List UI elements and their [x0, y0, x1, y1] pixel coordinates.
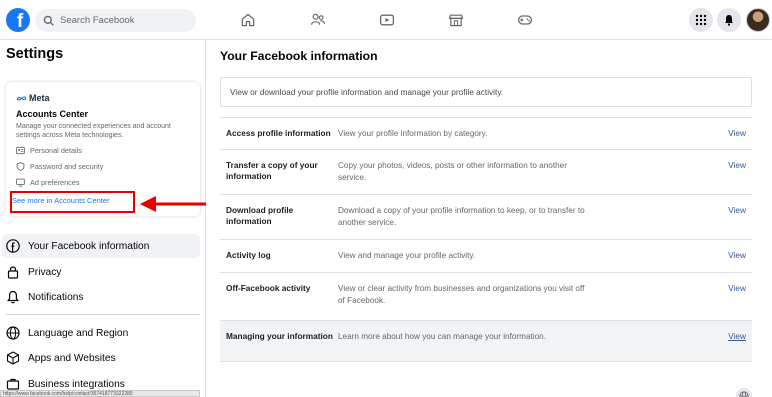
sidebar-item-label: Notifications: [28, 291, 84, 303]
meta-brand-label: Meta: [29, 93, 50, 103]
facebook-logo[interactable]: f: [6, 8, 30, 32]
view-link[interactable]: View: [728, 283, 746, 293]
accounts-item-label: Ad preferences: [30, 178, 80, 187]
sidebar-item-label: Your Facebook information: [28, 240, 150, 252]
accounts-item-ad-preferences[interactable]: Ad preferences: [16, 178, 80, 187]
shield-icon: [16, 162, 25, 171]
browser-status-url: https://www.facebook.com/help/contact/36…: [0, 390, 200, 397]
accounts-item-password-security[interactable]: Password and security: [16, 162, 103, 171]
sidebar-item-privacy[interactable]: Privacy: [2, 260, 200, 284]
meta-logo: Meta: [16, 93, 50, 103]
search-icon: [43, 15, 54, 26]
settings-sidebar: Settings Meta Accounts Center Manage you…: [0, 40, 209, 397]
row-description: View and manage your profile activity.: [338, 251, 476, 260]
sidebar-item-label: Business integrations: [28, 378, 125, 390]
language-globe-icon[interactable]: [736, 388, 752, 397]
gaming-icon[interactable]: [515, 10, 535, 30]
view-link[interactable]: View: [728, 160, 746, 170]
view-link[interactable]: View: [728, 331, 746, 341]
sidebar-item-apps-websites[interactable]: Apps and Websites: [2, 346, 200, 370]
marketplace-icon[interactable]: [446, 10, 466, 30]
monitor-icon: [16, 178, 25, 187]
table-row[interactable]: Access profile information View your pro…: [220, 117, 752, 149]
row-label: Managing your information: [226, 331, 333, 341]
sidebar-item-label: Language and Region: [28, 327, 129, 339]
accounts-center-description: Manage your connected experiences and ac…: [16, 123, 171, 139]
view-link[interactable]: View: [728, 205, 746, 215]
view-link[interactable]: View: [728, 250, 746, 260]
sidebar-item-your-facebook-information[interactable]: Your Facebook information: [2, 234, 200, 258]
annotation-arrow-icon: [140, 196, 209, 212]
information-table: Access profile information View your pro…: [220, 117, 752, 362]
table-row[interactable]: Download profile information Download a …: [220, 194, 752, 239]
sidebar-title: Settings: [6, 46, 64, 62]
accounts-center-title: Accounts Center: [16, 109, 89, 119]
logo-letter: f: [16, 11, 24, 32]
sidebar-item-notifications[interactable]: Notifications: [2, 285, 200, 309]
briefcase-icon: [6, 378, 20, 390]
lock-icon: [7, 266, 19, 279]
top-navigation-bar: f: [0, 0, 772, 40]
friends-icon[interactable]: [308, 10, 328, 30]
sidebar-item-language-region[interactable]: Language and Region: [2, 321, 200, 345]
main-panel: Your Facebook information View or downlo…: [206, 40, 772, 397]
sidebar-item-label: Privacy: [28, 266, 62, 278]
intro-box: View or download your profile informatio…: [220, 77, 752, 107]
sidebar-divider: [6, 314, 200, 315]
search-box[interactable]: [35, 9, 196, 32]
menu-grid-icon[interactable]: [689, 8, 713, 32]
id-card-icon: [16, 146, 25, 155]
watch-icon[interactable]: [377, 10, 397, 30]
row-label: Activity log: [226, 250, 271, 260]
row-label: Off-Facebook activity: [226, 283, 311, 293]
accounts-item-label: Personal details: [30, 146, 82, 155]
search-input[interactable]: [60, 15, 190, 26]
home-icon[interactable]: [238, 10, 258, 30]
row-description: View or clear activity from businesses a…: [338, 284, 585, 305]
sidebar-item-label: Apps and Websites: [28, 352, 116, 364]
intro-text: View or download your profile informatio…: [230, 87, 504, 97]
row-description: View your profile information by categor…: [338, 129, 488, 138]
view-link[interactable]: View: [728, 128, 746, 138]
accounts-item-label: Password and security: [30, 162, 104, 171]
row-description: Copy your photos, videos, posts or other…: [338, 161, 567, 182]
row-description: Download a copy of your profile informat…: [338, 206, 585, 227]
table-row[interactable]: Off-Facebook activity View or clear acti…: [220, 272, 752, 320]
table-row[interactable]: Managing your information Learn more abo…: [220, 320, 752, 362]
meta-infinity-icon: [17, 95, 27, 100]
highlight-annotation-box: [10, 191, 135, 213]
notifications-bell-icon[interactable]: [717, 8, 741, 32]
page-title: Your Facebook information: [220, 49, 378, 63]
table-row[interactable]: Transfer a copy of your information Copy…: [220, 149, 752, 194]
avatar[interactable]: [746, 8, 770, 32]
table-row[interactable]: Activity log View and manage your profil…: [220, 239, 752, 272]
row-description: Learn more about how you can manage your…: [338, 332, 546, 341]
facebook-icon: [6, 239, 20, 253]
cube-icon: [6, 351, 20, 365]
row-label: Transfer a copy of your information: [226, 160, 318, 181]
row-label: Download profile information: [226, 205, 294, 226]
globe-icon: [6, 326, 20, 340]
accounts-item-personal-details[interactable]: Personal details: [16, 146, 82, 155]
row-label: Access profile information: [226, 128, 331, 138]
bell-icon: [7, 290, 19, 304]
